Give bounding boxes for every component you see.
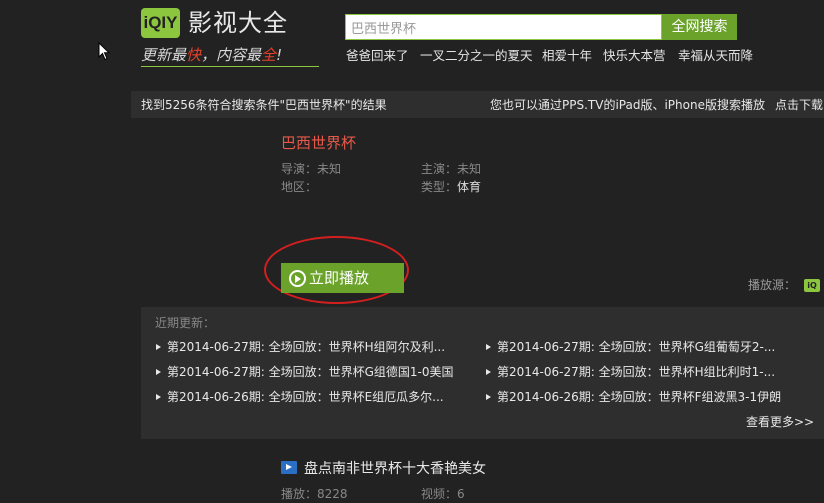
result-summary: 找到5256条符合搜索条件"巴西世界杯"的结果 — [141, 98, 387, 112]
hot-search-link[interactable]: 快乐大本营 — [603, 45, 666, 64]
play-now-button[interactable]: 立即播放 — [281, 263, 404, 293]
iqiyi-source-icon[interactable]: iQ — [804, 279, 820, 292]
view-more-link[interactable]: 查看更多>> — [746, 413, 814, 430]
arrow-right-icon — [156, 394, 161, 400]
result-title[interactable]: 巴西世界杯 — [281, 132, 356, 153]
episode-link[interactable]: 第2014-06-27期: 全场回放：世界杯H组阿尔及利... — [156, 338, 445, 355]
episode-link[interactable]: 第2014-06-27期: 全场回放：世界杯G组德国1-0美国 — [156, 363, 454, 380]
recent-updates-label: 近期更新： — [155, 316, 216, 330]
site-title: 影视大全 — [188, 9, 288, 37]
search-input[interactable] — [345, 14, 662, 40]
hot-search-link[interactable]: 相爱十年 — [542, 45, 592, 64]
hot-search-link[interactable]: 一叉二分之一的夏天 — [420, 45, 533, 64]
ipad-note[interactable]: 您也可以通过PPS.TV的iPad版、iPhone版搜索播放 — [490, 96, 765, 113]
result-title-2[interactable]: 盘点南非世界杯十大香艳美女 — [304, 458, 486, 478]
plays-meta: 播放：8228 — [281, 487, 348, 501]
episode-link[interactable]: 第2014-06-26期: 全场回放：世界杯F组波黑3-1伊朗 — [486, 388, 781, 405]
episode-link[interactable]: 第2014-06-26期: 全场回放：世界杯E组厄瓜多尔... — [156, 388, 444, 405]
iqiyi-logo[interactable]: iQIY — [141, 8, 180, 38]
videos-meta: 视频：6 — [421, 487, 465, 501]
mouse-cursor-icon — [98, 42, 110, 61]
director-meta: 导演：未知 — [281, 162, 342, 176]
actor-meta: 主演：未知 — [421, 162, 482, 176]
search-button[interactable]: 全网搜索 — [662, 14, 737, 40]
play-icon — [289, 270, 306, 287]
arrow-right-icon — [486, 369, 491, 375]
episode-link[interactable]: 第2014-06-27期: 全场回放：世界杯H组比利时1-... — [486, 363, 775, 380]
source-label: 播放源： — [748, 278, 797, 292]
hot-search-link[interactable]: 幸福从天而降 — [678, 45, 753, 64]
type-meta: 类型：体育 — [421, 180, 482, 194]
slogan-underline — [141, 66, 319, 67]
download-link[interactable]: 点击下载 — [775, 96, 823, 113]
slogan: 更新最快，内容最全! — [141, 46, 283, 64]
hot-search-link[interactable]: 爸爸回来了 — [346, 45, 409, 64]
episode-link[interactable]: 第2014-06-27期: 全场回放：世界杯G组葡萄牙2-... — [486, 338, 775, 355]
arrow-right-icon — [486, 344, 491, 350]
arrow-right-icon — [156, 344, 161, 350]
arrow-right-icon — [486, 394, 491, 400]
video-icon — [281, 461, 297, 474]
region-meta: 地区： — [281, 180, 318, 194]
arrow-right-icon — [156, 369, 161, 375]
